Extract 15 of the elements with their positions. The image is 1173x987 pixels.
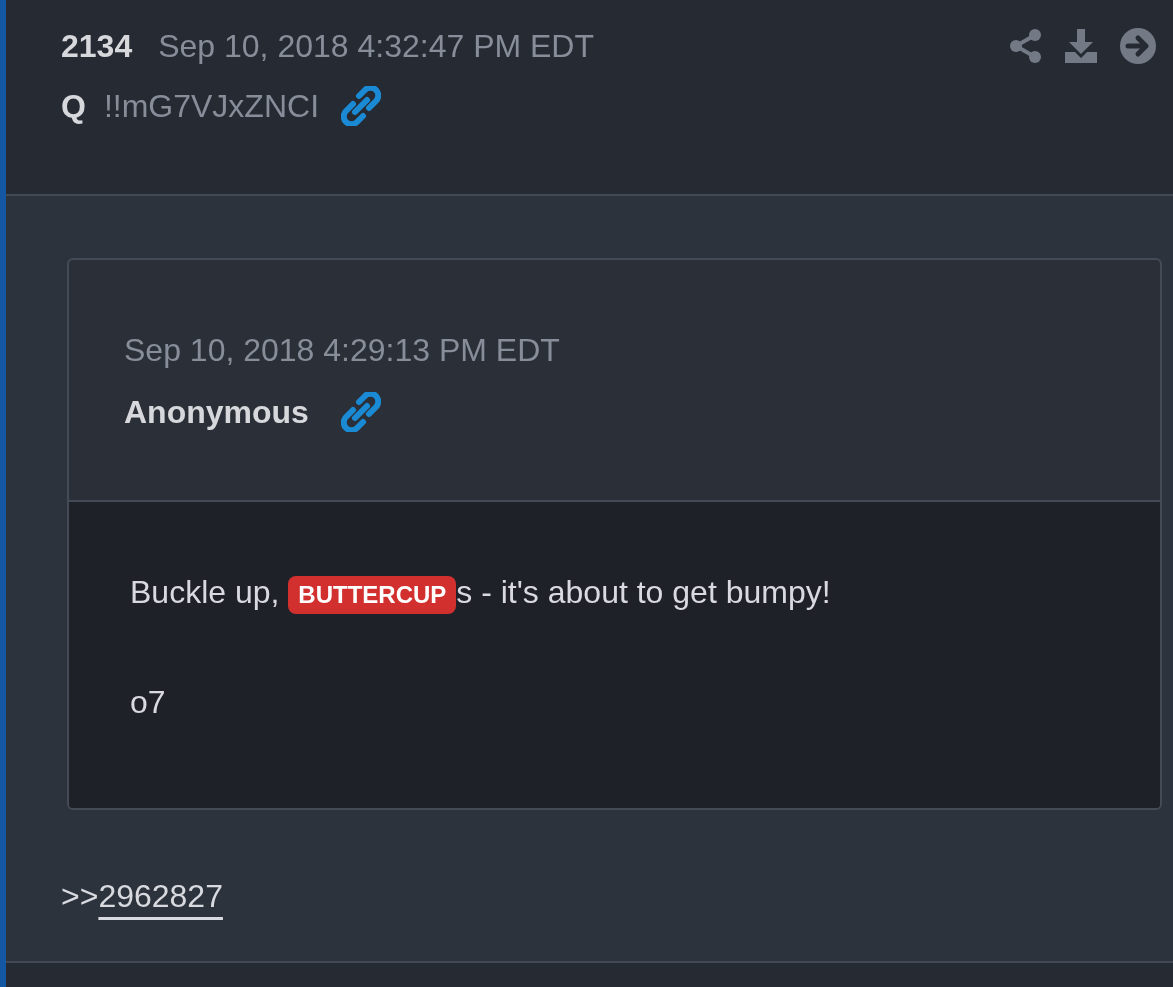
- tripcode: !!mG7VJxZNCI: [103, 87, 319, 126]
- message-text: o7: [130, 682, 167, 722]
- download-icon[interactable]: [1063, 28, 1099, 64]
- link-icon[interactable]: [340, 392, 381, 432]
- post-number: 2134: [61, 27, 133, 66]
- arrow-right-circle-icon[interactable]: [1119, 27, 1157, 65]
- author-name: Q: [61, 87, 86, 126]
- post-timestamp: Sep 10, 2018 4:32:47 PM EDT: [158, 27, 594, 66]
- filtered-word-badge: BUTTERCUP: [288, 575, 457, 614]
- share-icon[interactable]: [1009, 28, 1043, 64]
- quoted-timestamp: Sep 10, 2018 4:29:13 PM EDT: [124, 331, 561, 370]
- reply-link[interactable]: >>2962827: [61, 878, 223, 914]
- link-icon[interactable]: [341, 86, 381, 126]
- author-name: Anonymous: [124, 393, 309, 432]
- message-text: Buckle up, BUTTERCUP s - it's about to get bumpy!: [130, 572, 1160, 614]
